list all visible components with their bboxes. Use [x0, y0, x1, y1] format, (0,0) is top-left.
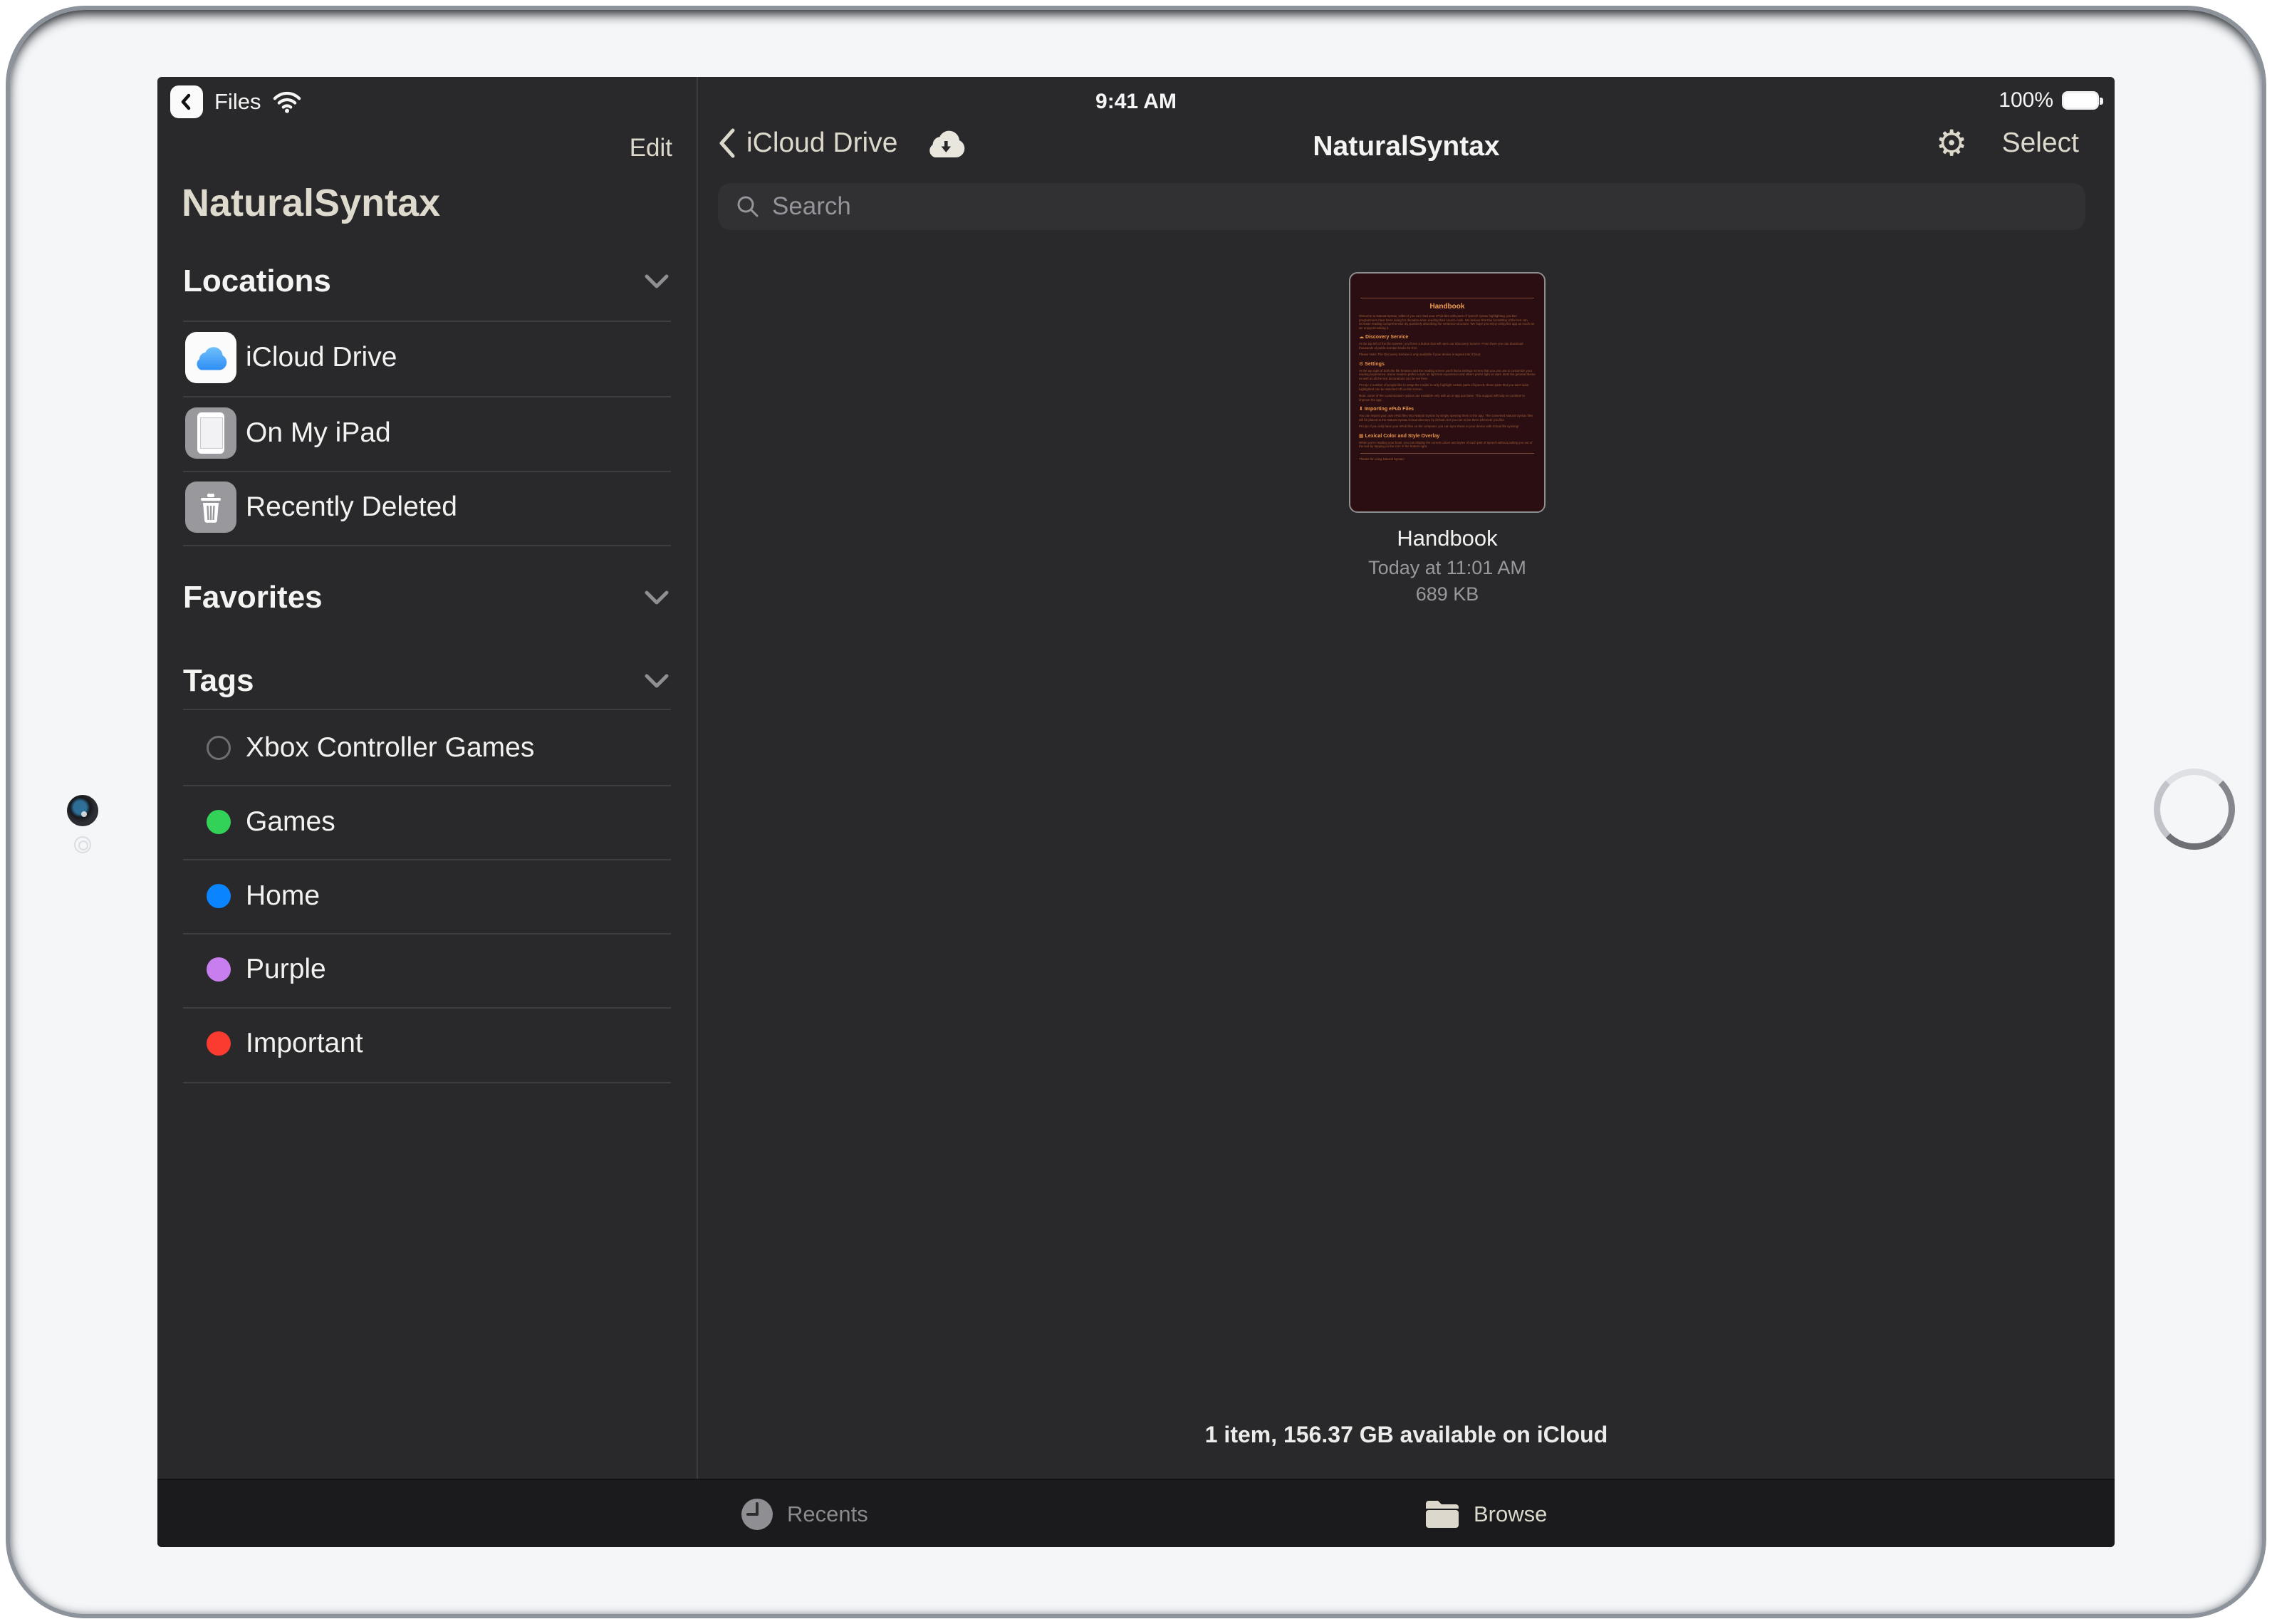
doc-preview-paragraph: Please Note: The Discovery Service is on… — [1359, 353, 1536, 357]
sidebar-tag-home[interactable]: Home — [157, 862, 697, 930]
home-button — [2154, 769, 2235, 850]
file-browser-content: iCloud Drive NaturalSyntax ⚙ Select — [698, 77, 2115, 1479]
divider — [183, 545, 671, 546]
search-icon — [735, 194, 761, 219]
select-button[interactable]: Select — [2002, 127, 2079, 159]
doc-preview-paragraph: While you're reading your book, you can … — [1359, 441, 1536, 449]
ipad-device-mockup: Files 9:41 AM 100% Edit NaturalSyntax Lo… — [0, 0, 2272, 1624]
file-size: 689 KB — [1349, 583, 1546, 605]
tag-label: Xbox Controller Games — [246, 732, 534, 764]
nav-right-actions: ⚙ Select — [1936, 125, 2079, 161]
tags-section-header[interactable]: Tags — [183, 663, 671, 699]
clock-icon — [740, 1497, 774, 1531]
file-modified-date: Today at 11:01 AM — [1349, 557, 1546, 579]
sidebar-item-icloud-drive[interactable]: iCloud Drive — [157, 323, 697, 392]
chevron-down-icon — [642, 672, 671, 690]
chevron-down-icon — [642, 272, 671, 291]
doc-preview-heading: ☁ Discovery Service — [1359, 334, 1536, 340]
gear-icon[interactable]: ⚙ — [1936, 125, 1968, 161]
file-name: Handbook — [1349, 526, 1546, 551]
search-input[interactable] — [772, 192, 2068, 221]
tab-browse-label: Browse — [1474, 1501, 1547, 1527]
items-summary: 1 item, 156.37 GB available on iCloud — [698, 1422, 2115, 1448]
front-camera — [67, 795, 98, 826]
tags-header-label: Tags — [183, 663, 254, 699]
tag-color-dot — [207, 1031, 231, 1056]
tag-color-dot — [207, 736, 231, 760]
locations-header-label: Locations — [183, 264, 331, 299]
search-bar[interactable] — [718, 183, 2085, 230]
ipad-icon — [185, 407, 236, 459]
file-thumbnail: Handbook Welcome to Natural Syntax, with… — [1349, 272, 1546, 513]
doc-preview-paragraph: Pro tip: a number of people like to setu… — [1359, 383, 1536, 391]
doc-preview-paragraph: At the top left of the file browser, you… — [1359, 342, 1536, 350]
tab-recents-label: Recents — [787, 1501, 868, 1527]
icloud-drive-icon — [185, 332, 236, 383]
sidebar-item-on-my-ipad[interactable]: On My iPad — [157, 399, 697, 467]
doc-preview-heading: ⬇ Importing ePub Files — [1359, 406, 1536, 412]
favorites-header-label: Favorites — [183, 580, 323, 615]
divider — [183, 859, 671, 860]
sidebar-tag-xbox-controller-games[interactable]: Xbox Controller Games — [157, 714, 697, 782]
favorites-section-header[interactable]: Favorites — [183, 580, 671, 615]
tag-label: Important — [246, 1028, 363, 1059]
tab-browse[interactable]: Browse — [1424, 1480, 1547, 1547]
tab-bar: Recents Browse — [157, 1479, 2115, 1547]
divider — [183, 709, 671, 710]
divider — [183, 396, 671, 397]
divider — [183, 785, 671, 786]
sidebar-item-label: On My iPad — [246, 417, 391, 449]
sidebar-item-recently-deleted[interactable]: Recently Deleted — [157, 473, 697, 541]
tag-color-dot — [207, 884, 231, 908]
divider — [183, 1082, 671, 1083]
sidebar-tag-important[interactable]: Important — [157, 1009, 697, 1078]
trash-icon — [185, 482, 236, 533]
divider — [183, 471, 671, 472]
files-app-screen: Files 9:41 AM 100% Edit NaturalSyntax Lo… — [157, 77, 2115, 1547]
doc-preview-paragraph: Welcome to Natural Syntax, within it you… — [1359, 314, 1536, 330]
tag-label: Games — [246, 806, 335, 838]
doc-preview-paragraph: At the top right of both the file browse… — [1359, 369, 1536, 381]
doc-preview-paragraph: Note: some of the customization options … — [1359, 394, 1536, 402]
doc-preview-heading: ⚙ Settings — [1359, 361, 1536, 367]
sidebar: Edit NaturalSyntax Locations — [157, 77, 697, 1479]
sidebar-item-label: iCloud Drive — [246, 342, 397, 373]
sidebar-app-title: NaturalSyntax — [182, 181, 440, 225]
doc-preview-paragraph: Pro tip: If you only have your ePub file… — [1359, 425, 1536, 429]
doc-preview-heading: ▦ Lexical Color and Style Overlay — [1359, 433, 1536, 439]
divider — [183, 321, 671, 322]
divider — [183, 1007, 671, 1009]
sidebar-item-label: Recently Deleted — [246, 491, 457, 523]
tag-label: Home — [246, 880, 320, 912]
divider — [183, 933, 671, 935]
doc-preview-footer: Thanks for using Natural Syntax! — [1359, 457, 1536, 461]
locations-section-header[interactable]: Locations — [183, 264, 671, 299]
doc-preview-title: Handbook — [1359, 303, 1536, 311]
sidebar-tag-purple[interactable]: Purple — [157, 935, 697, 1004]
tag-color-dot — [207, 810, 231, 834]
tab-recents[interactable]: Recents — [740, 1480, 868, 1547]
doc-preview-paragraph: You can import your own ePub files into … — [1359, 414, 1536, 422]
chevron-down-icon — [642, 588, 671, 607]
tag-color-dot — [207, 957, 231, 982]
file-item-handbook[interactable]: Handbook Welcome to Natural Syntax, with… — [1349, 272, 1546, 605]
folder-title: NaturalSyntax — [698, 131, 2115, 162]
edit-button[interactable]: Edit — [630, 134, 672, 162]
sidebar-tag-games[interactable]: Games — [157, 788, 697, 856]
tag-label: Purple — [246, 954, 326, 985]
folder-icon — [1424, 1499, 1461, 1530]
ambient-light-sensor — [74, 836, 91, 853]
